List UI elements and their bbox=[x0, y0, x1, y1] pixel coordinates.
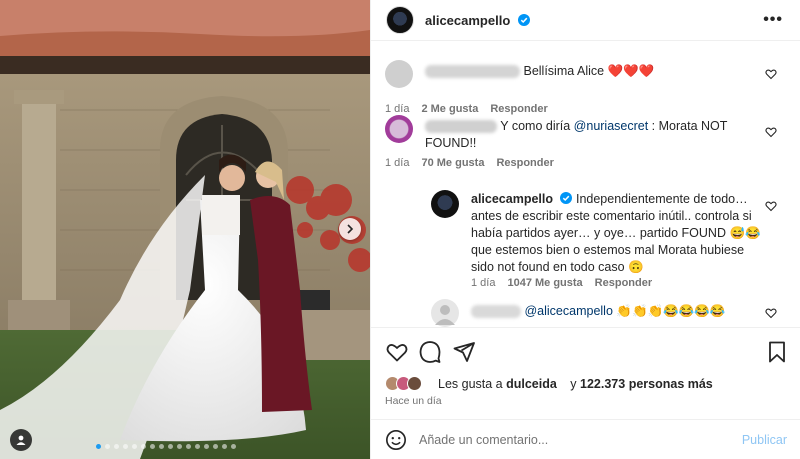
like-comment-heart-icon[interactable] bbox=[765, 68, 777, 80]
like-comment-heart-icon[interactable] bbox=[765, 200, 777, 212]
carousel-dot bbox=[204, 444, 209, 449]
comment-likes[interactable]: 2 Me gusta bbox=[421, 103, 478, 115]
liker-avatar[interactable] bbox=[407, 376, 422, 391]
action-bar bbox=[371, 327, 800, 375]
like-heart-icon[interactable] bbox=[385, 340, 409, 364]
post-photo[interactable] bbox=[0, 0, 370, 459]
carousel-dot bbox=[231, 444, 236, 449]
default-avatar-icon bbox=[435, 305, 455, 325]
wedding-photo bbox=[0, 0, 370, 459]
comment-meta: 1 día 1047 Me gusta Responder bbox=[471, 277, 652, 289]
carousel-dot bbox=[105, 444, 110, 449]
save-bookmark-icon[interactable] bbox=[765, 340, 789, 364]
carousel-dot bbox=[222, 444, 227, 449]
likes-summary: Les gusta a dulceida y 122.373 personas … bbox=[385, 376, 713, 391]
more-options-button[interactable]: ••• bbox=[763, 11, 783, 29]
carousel-dot bbox=[132, 444, 137, 449]
carousel-dot bbox=[96, 444, 101, 449]
emoji-icon[interactable] bbox=[385, 429, 407, 451]
likes-middle: y bbox=[566, 376, 581, 391]
post-panel: alicecampello ••• Bellísima Alice ❤️❤️❤️… bbox=[370, 0, 800, 459]
carousel-dot bbox=[177, 444, 182, 449]
carousel-dot bbox=[123, 444, 128, 449]
comment-meta: 1 día 2 Me gusta Responder bbox=[385, 103, 548, 115]
blurred-username bbox=[425, 120, 497, 134]
comment-time: 1 día bbox=[471, 277, 496, 289]
carousel-dot bbox=[114, 444, 119, 449]
comment-text: Bellísima Alice ❤️❤️❤️ bbox=[523, 64, 655, 78]
share-icon[interactable] bbox=[452, 340, 476, 364]
verified-badge-icon bbox=[517, 13, 530, 26]
mention-link[interactable]: @nuriasecret bbox=[574, 119, 649, 133]
post-time[interactable]: Hace un día bbox=[385, 395, 442, 407]
author-username[interactable]: alicecampello bbox=[425, 13, 530, 28]
user-icon bbox=[16, 435, 26, 445]
comment-likes[interactable]: 1047 Me gusta bbox=[507, 277, 582, 289]
commenter-avatar[interactable] bbox=[385, 115, 413, 143]
comment-time: 1 día bbox=[385, 157, 410, 169]
reply-button[interactable]: Responder bbox=[490, 103, 547, 115]
reply-button[interactable]: Responder bbox=[595, 277, 652, 289]
chevron-right-icon bbox=[347, 224, 354, 234]
comment-input[interactable] bbox=[419, 430, 719, 450]
comments-list[interactable]: Bellísima Alice ❤️❤️❤️ 1 día 2 Me gusta Re… bbox=[371, 41, 800, 327]
comment-icon[interactable] bbox=[418, 340, 442, 364]
tagged-users-button[interactable] bbox=[10, 429, 32, 451]
likes-count[interactable]: 122.373 personas más bbox=[580, 377, 713, 391]
comment-likes[interactable]: 70 Me gusta bbox=[421, 157, 484, 169]
comment-time: 1 día bbox=[385, 103, 410, 115]
carousel-dot bbox=[186, 444, 191, 449]
liker-username[interactable]: dulceida bbox=[506, 377, 557, 391]
like-comment-heart-icon[interactable] bbox=[765, 307, 777, 319]
carousel-dot bbox=[213, 444, 218, 449]
carousel-dot bbox=[159, 444, 164, 449]
carousel-indicator bbox=[96, 444, 236, 449]
author-avatar[interactable] bbox=[386, 6, 414, 34]
blurred-username bbox=[425, 65, 520, 79]
blurred-username bbox=[471, 305, 521, 319]
carousel-dot bbox=[195, 444, 200, 449]
publish-button[interactable]: Publicar bbox=[742, 433, 787, 447]
post-header: alicecampello ••• bbox=[371, 0, 800, 41]
comment-text: Y como diría bbox=[500, 119, 574, 133]
commenter-avatar[interactable] bbox=[431, 190, 459, 218]
carousel-dot bbox=[168, 444, 173, 449]
reply-button[interactable]: Responder bbox=[496, 157, 553, 169]
author-username-text[interactable]: alicecampello bbox=[425, 13, 510, 28]
likes-prefix: Les gusta a bbox=[438, 376, 507, 391]
mention-link[interactable]: @alicecampello bbox=[524, 304, 612, 318]
comment-composer: Publicar bbox=[371, 419, 800, 459]
commenter-avatar[interactable] bbox=[385, 60, 413, 88]
commenter-avatar[interactable] bbox=[431, 299, 459, 327]
carousel-dot bbox=[150, 444, 155, 449]
comment-meta: 1 día 70 Me gusta Responder bbox=[385, 157, 554, 169]
verified-badge-icon bbox=[560, 192, 573, 204]
next-photo-button[interactable] bbox=[339, 218, 361, 240]
comment-text: 👏👏👏😂😂😂😂 bbox=[616, 304, 726, 318]
carousel-dot bbox=[141, 444, 146, 449]
comment-username[interactable]: alicecampello bbox=[471, 192, 553, 206]
like-comment-heart-icon[interactable] bbox=[765, 126, 777, 138]
